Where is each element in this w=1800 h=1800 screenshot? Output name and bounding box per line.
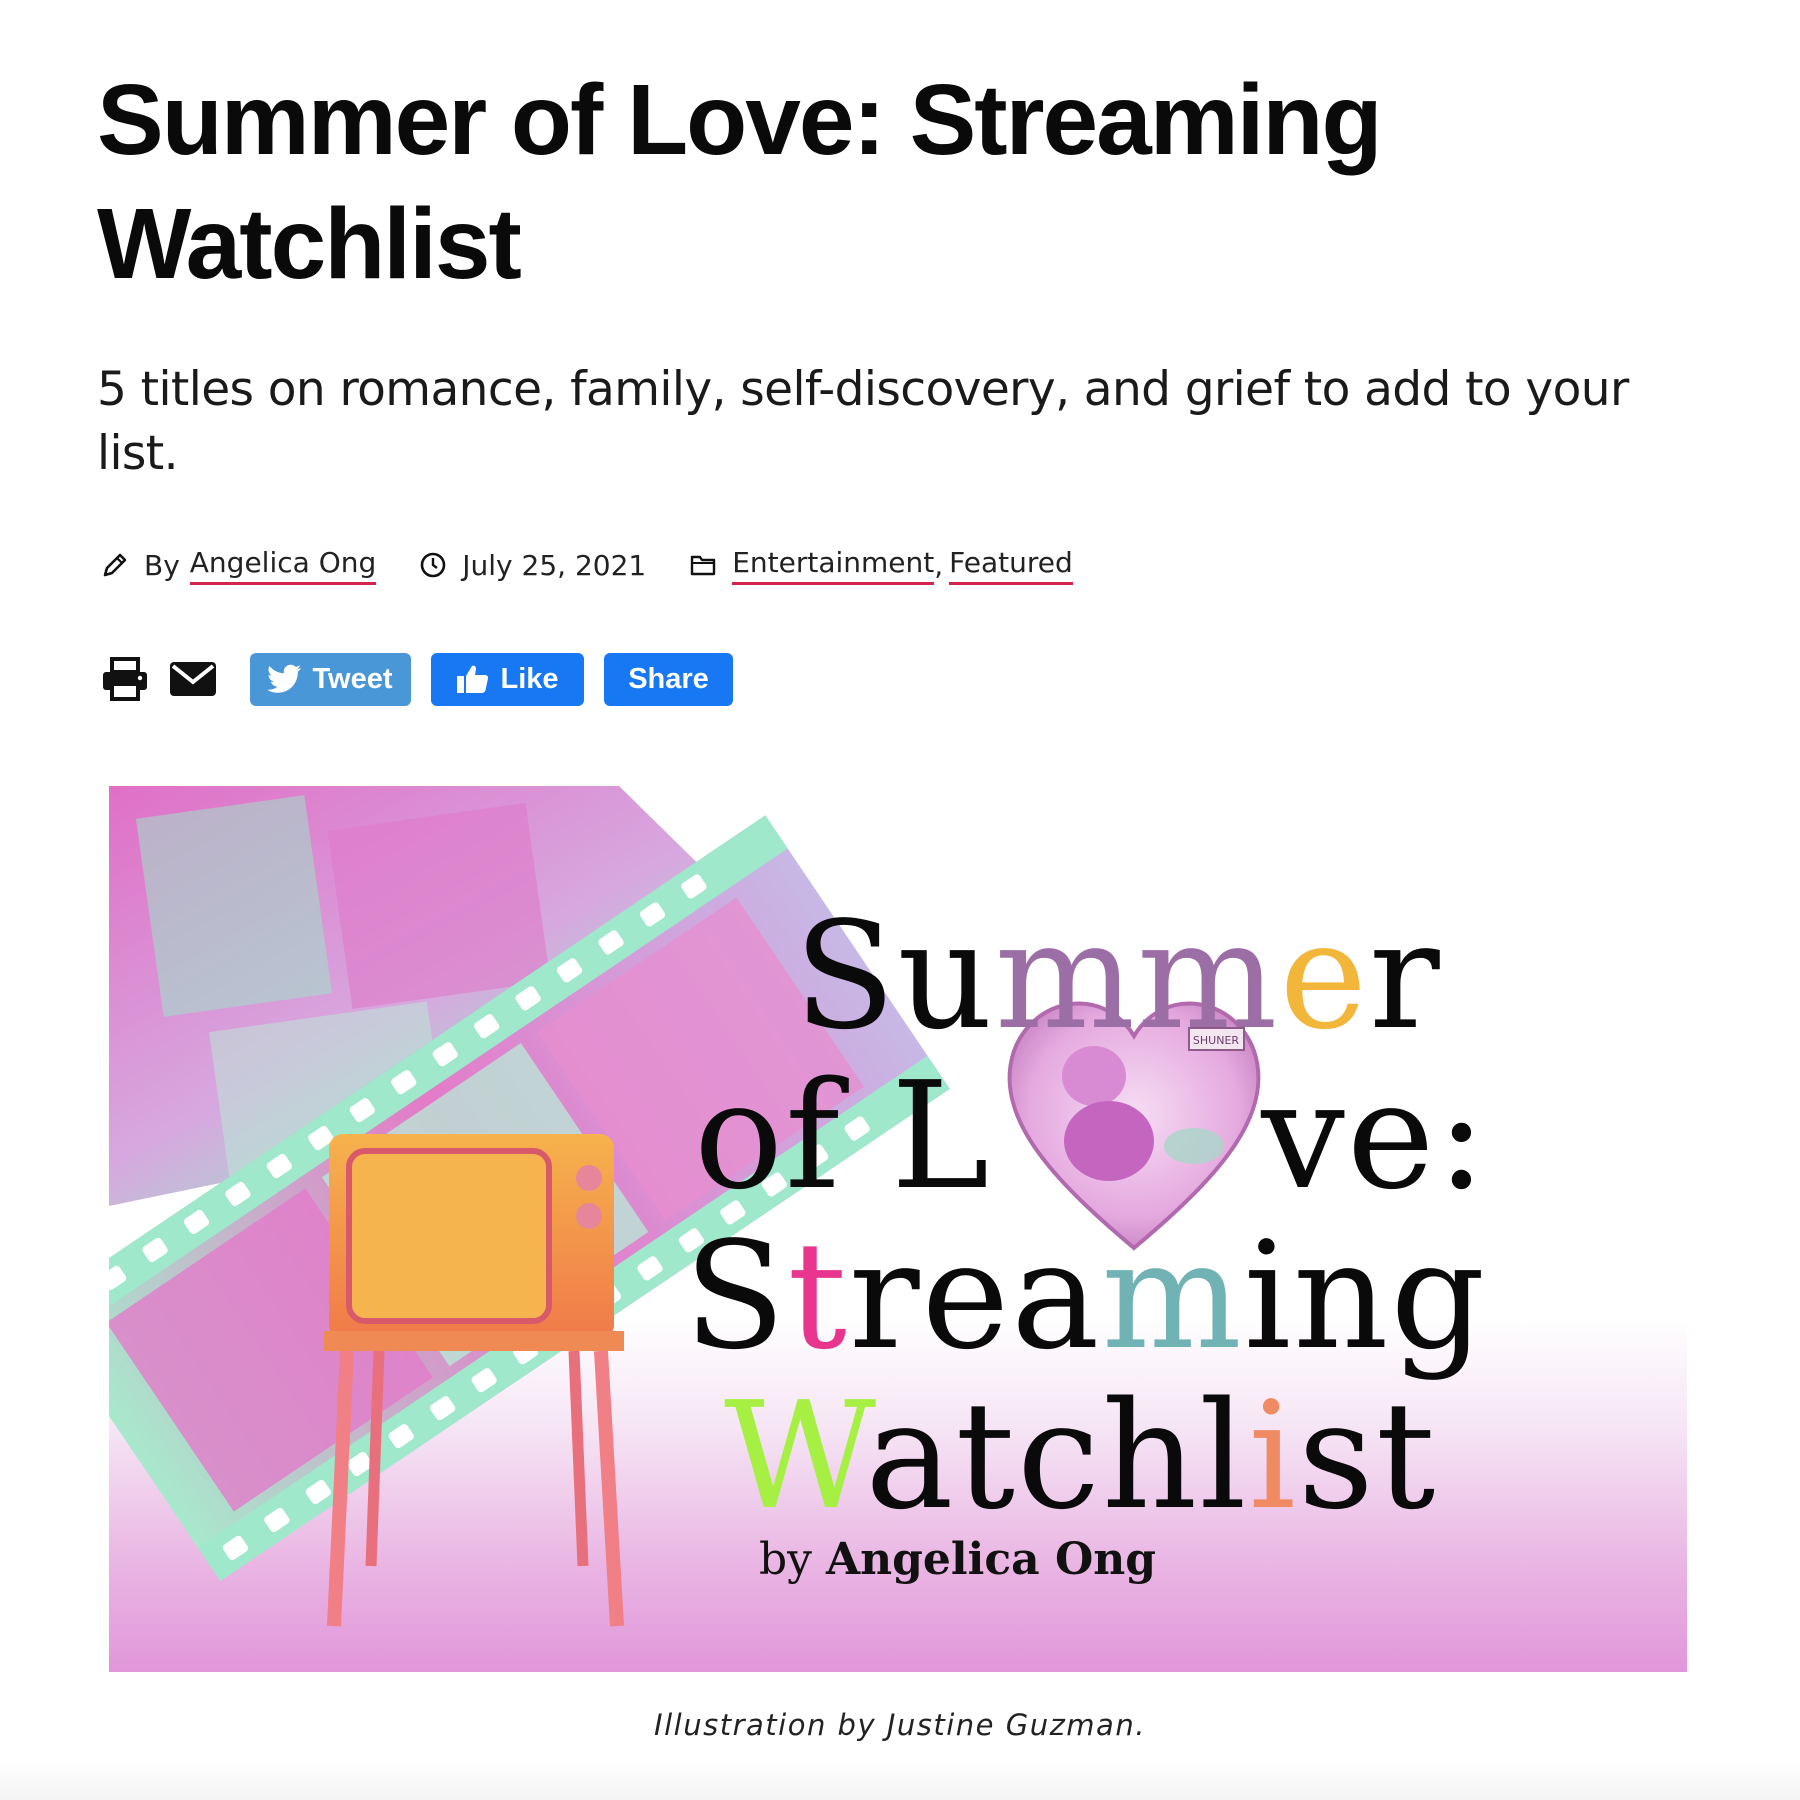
pencil-icon	[100, 550, 130, 580]
twitter-bird-icon	[268, 664, 302, 693]
page-bottom-fade	[0, 1760, 1800, 1800]
hero-title-text: of L	[694, 1050, 992, 1222]
tweet-label: Tweet	[312, 662, 393, 695]
hero-title-text: st	[1297, 1370, 1438, 1542]
hero-title-text: e	[1279, 890, 1369, 1062]
hero-title: Summer of Lve: Streaming Watchlist	[684, 896, 1684, 1536]
category-link-featured[interactable]: Featured	[949, 546, 1073, 585]
hero-title-text: t	[787, 1210, 849, 1382]
hero-title-text: Su	[794, 890, 995, 1062]
author-link[interactable]: Angelica Ong	[189, 546, 377, 585]
share-button[interactable]: Share	[604, 652, 733, 706]
hero-title-text: S	[684, 1210, 788, 1382]
hero-title-text: ve:	[1261, 1050, 1489, 1222]
clock-icon	[418, 550, 448, 580]
hero-title-text: r	[1369, 890, 1442, 1062]
hero-title-text: atchl	[865, 1370, 1249, 1542]
like-label: Like	[500, 662, 559, 695]
thumbs-up-icon	[457, 665, 489, 693]
email-icon[interactable]	[168, 656, 218, 702]
article-subtitle: 5 titles on romance, family, self-discov…	[97, 362, 1629, 481]
hero-illustration: SHUNER Summer of Lve: Streaming Watchlis…	[109, 786, 1687, 1672]
hero-title-text: m	[1101, 1210, 1244, 1382]
print-icon[interactable]	[100, 656, 150, 702]
publish-date: July 25, 2021	[462, 548, 647, 582]
tweet-button[interactable]: Tweet	[250, 652, 411, 706]
folder-icon	[688, 550, 718, 580]
by-label: By	[144, 548, 180, 582]
hero-byline: by Angelica Ong	[759, 1534, 1156, 1585]
share-toolbar: Tweet Like Share	[100, 652, 753, 706]
like-button[interactable]: Like	[431, 652, 584, 706]
hero-title-text: mm	[994, 890, 1280, 1062]
hero-title-text: rea	[848, 1210, 1102, 1382]
image-caption: Illustration by Justine Guzman.	[654, 1708, 1146, 1742]
category-separator: ,	[934, 548, 944, 582]
hero-title-text: ing	[1243, 1210, 1488, 1382]
share-label: Share	[628, 662, 709, 695]
hero-title-text: i	[1248, 1370, 1298, 1542]
hero-title-text: W	[724, 1370, 866, 1542]
article-meta: By Angelica Ong July 25, 2021 Entertainm…	[100, 545, 1073, 585]
category-link-entertainment[interactable]: Entertainment	[732, 546, 935, 585]
article-title: Summer of Love: Streaming Watchlist	[97, 64, 1383, 300]
hero-byline-prefix: by	[759, 1534, 813, 1585]
hero-byline-name: Angelica Ong	[826, 1534, 1157, 1585]
